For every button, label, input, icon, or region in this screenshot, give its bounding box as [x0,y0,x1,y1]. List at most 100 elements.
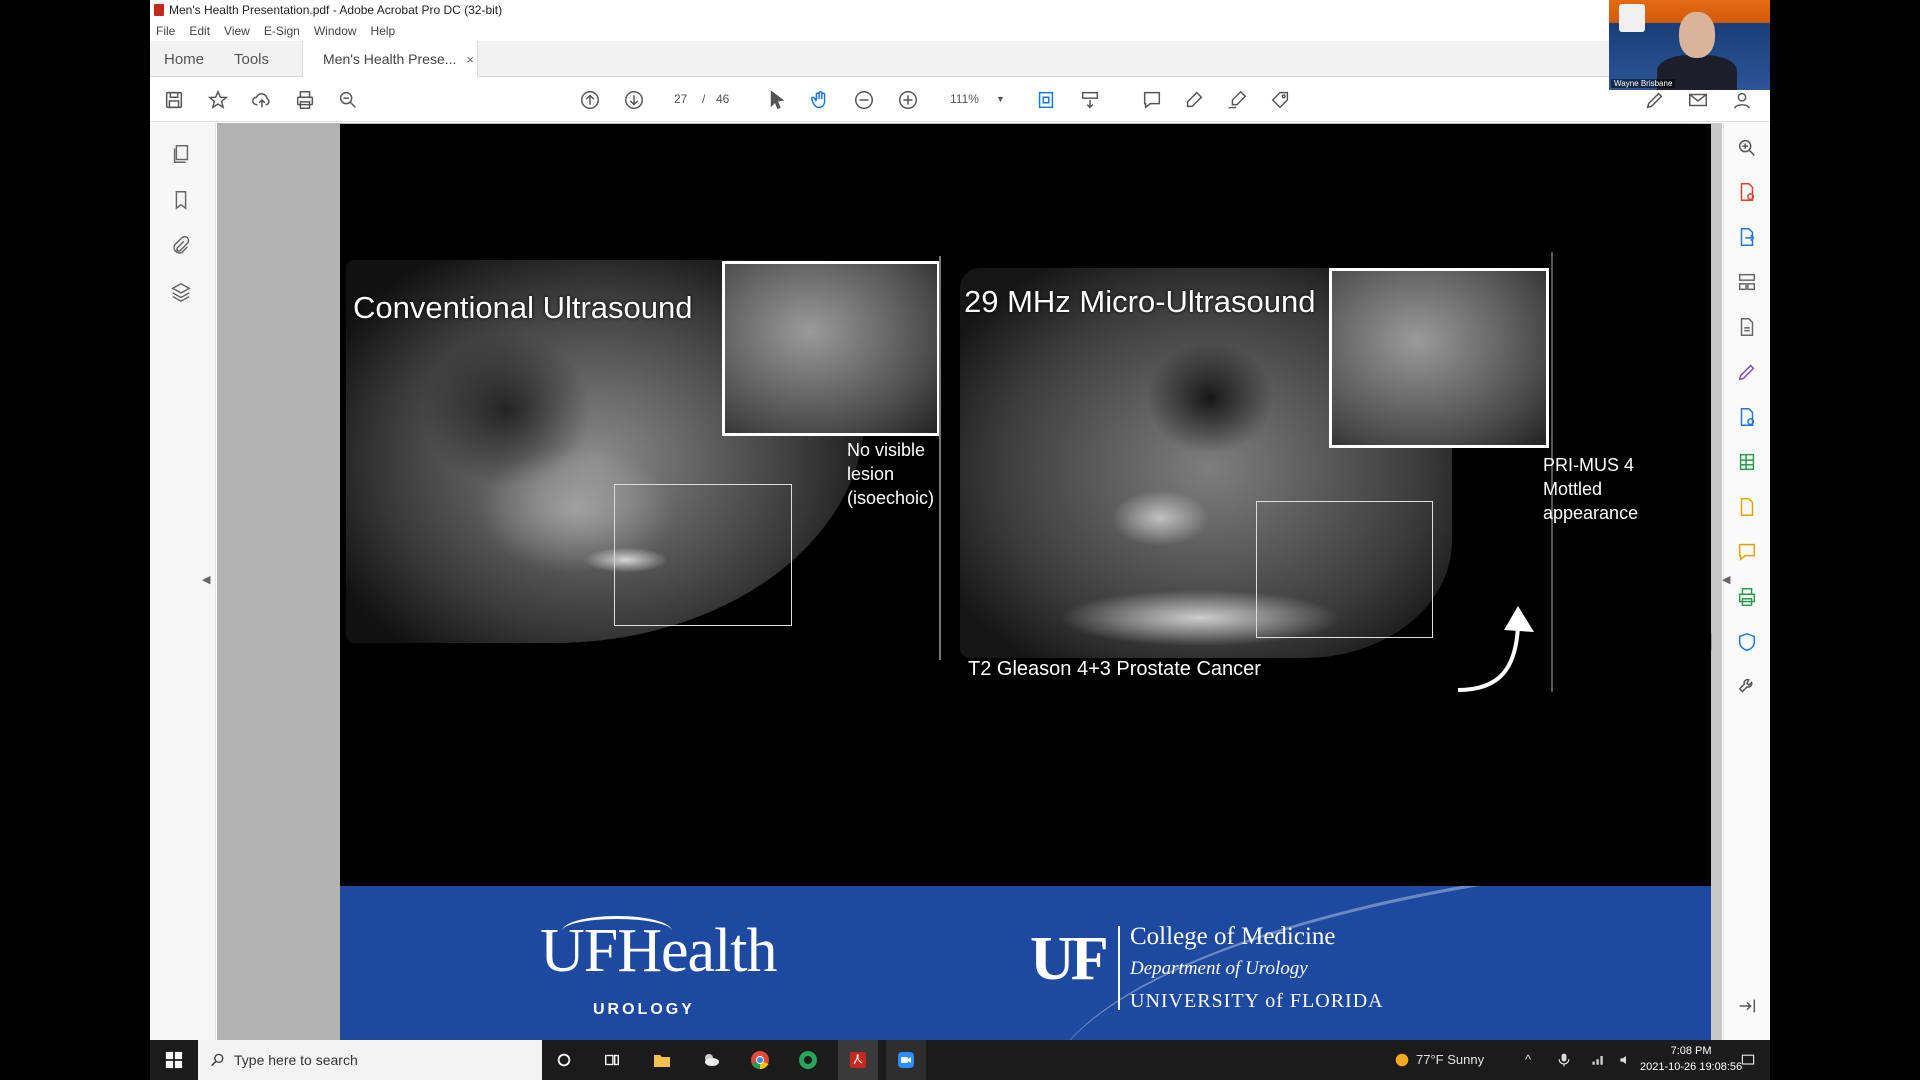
zoom-search-icon[interactable] [1736,137,1760,161]
menu-window[interactable]: Window [314,24,357,38]
hand-tool-icon[interactable] [808,88,832,112]
page-separator: / [702,92,706,106]
layers-icon[interactable] [170,281,194,305]
clock-date: 2021-10-26 19:08:56 [1640,1061,1743,1073]
print-production-icon[interactable] [1736,586,1760,610]
lesion-caption: T2 Gleason 4+3 Prostate Cancer [968,658,1261,680]
right-note-line: Mottled [1543,479,1603,499]
right-note-line: PRI-MUS 4 [1543,455,1635,475]
fill-sign-icon[interactable] [1643,88,1667,112]
network-icon[interactable] [1586,1048,1610,1072]
page-thumbnails-icon[interactable] [170,143,194,167]
edit-pdf-icon[interactable] [1736,316,1760,340]
university-name: UNIVERSITY of FLORIDA [1130,990,1384,1012]
close-tab-icon[interactable]: × [466,52,474,67]
protect-shield-icon[interactable] [1736,631,1760,655]
speaker-name: Wayne Brisbane [1611,79,1676,88]
organize-pages-icon[interactable] [1736,271,1760,295]
scroll-mode-icon[interactable] [1078,88,1102,112]
tab-document-label: Men's Health Prese... [323,51,457,67]
cloud-upload-icon[interactable] [250,88,274,112]
menu-help[interactable]: Help [371,24,396,38]
save-icon[interactable] [162,88,186,112]
window-title: Men's Health Presentation.pdf - Adobe Ac… [169,3,503,17]
urology-label: UROLOGY [593,1001,695,1018]
sign-icon[interactable] [1225,88,1249,112]
menu-esign[interactable]: E-Sign [264,24,300,38]
taskbar-search-input[interactable]: Type here to search [198,1040,542,1080]
comment-icon[interactable] [1140,88,1164,112]
cortana-icon[interactable] [552,1048,576,1072]
attachment-icon[interactable] [170,235,194,259]
menu-view[interactable]: View [224,24,250,38]
collapse-right-panel-icon[interactable]: ◀ [1722,573,1730,586]
stamp-icon[interactable] [1268,88,1292,112]
uf-logo-divider [1118,926,1120,1010]
page-number-input[interactable]: 27 [674,92,687,106]
weather-sun-icon[interactable] [1390,1048,1414,1072]
chrome-icon[interactable] [748,1048,772,1072]
tab-document[interactable]: Men's Health Prese... × [302,41,478,77]
zoom-in-icon[interactable] [896,88,920,112]
highlight-pen-icon[interactable] [1182,88,1206,112]
print-icon[interactable] [293,88,317,112]
badge-logo [1619,4,1645,32]
left-navigation-rail: ◀ [150,123,216,1040]
task-view-icon[interactable] [600,1048,624,1072]
conventional-region-box [614,484,792,626]
previous-page-icon[interactable] [578,88,602,112]
webcam-overlay: Wayne Brisbane [1609,0,1770,90]
zoom-out-icon[interactable] [852,88,876,112]
conventional-inset-image [722,261,940,436]
notifications-icon[interactable] [1736,1048,1760,1072]
tab-tools[interactable]: Tools [234,51,269,68]
file-explorer-icon[interactable] [650,1048,674,1072]
weather-app-icon[interactable] [699,1048,723,1072]
zoom-app-icon[interactable] [886,1040,926,1080]
acrobat-window: Men's Health Presentation.pdf - Adobe Ac… [150,0,1770,1040]
left-note-line: (isoechoic) [847,488,935,508]
menu-edit[interactable]: Edit [189,24,210,38]
next-page-icon[interactable] [622,88,646,112]
fill-and-sign-icon[interactable] [1736,361,1760,385]
zoom-out-search-icon[interactable] [336,88,360,112]
speaker-head [1679,12,1715,58]
collapse-left-panel-icon[interactable]: ◀ [202,573,210,586]
title-bar: Men's Health Presentation.pdf - Adobe Ac… [150,0,1770,20]
account-icon[interactable] [1730,88,1754,112]
send-for-review-icon[interactable] [1736,496,1760,520]
zoom-level-select[interactable]: 111% [950,92,979,106]
right-note-line: appearance [1543,503,1639,523]
spreadsheet-export-icon[interactable] [1736,451,1760,475]
star-icon[interactable] [206,88,230,112]
presentation-slide: Conventional Ultrasound No visible lesio… [340,124,1711,1040]
weather-text[interactable]: 77°F Sunny [1416,1052,1484,1067]
mail-icon[interactable] [1686,88,1710,112]
expand-pane-icon[interactable] [1736,995,1760,1019]
more-tools-icon[interactable] [1736,676,1760,700]
system-clock[interactable]: 7:08 PM 2021-10-26 19:08:56 [1640,1043,1742,1075]
windows-start-icon[interactable] [162,1048,186,1072]
chat-app-icon[interactable] [796,1048,820,1072]
microphone-icon[interactable] [1552,1048,1576,1072]
clock-time: 7:08 PM [1670,1045,1712,1057]
comment-tool-icon[interactable] [1736,541,1760,565]
chevron-down-icon[interactable]: ▼ [996,94,1005,104]
chevron-up-icon[interactable]: ^ [1525,1052,1531,1067]
toolbar: 27 / 46 111% ▼ [150,78,1770,122]
micro-region-box [1256,501,1433,638]
volume-icon[interactable] [1614,1048,1638,1072]
department-name: Department of Urology [1130,958,1308,979]
menu-bar: File Edit View E-Sign Window Help [150,21,409,41]
left-note-line: No visible [847,440,926,460]
fit-page-icon[interactable] [1034,88,1058,112]
tab-home[interactable]: Home [164,51,204,68]
create-pdf-icon[interactable] [1736,181,1760,205]
right-note: PRI-MUS 4 Mottled appearance [1543,453,1638,525]
bookmark-icon[interactable] [170,189,194,213]
menu-file[interactable]: File [156,24,175,38]
combine-files-icon[interactable] [1736,406,1760,430]
acrobat-taskbar-icon[interactable] [838,1040,878,1080]
select-pointer-icon[interactable] [765,88,789,112]
export-pdf-icon[interactable] [1736,226,1760,250]
